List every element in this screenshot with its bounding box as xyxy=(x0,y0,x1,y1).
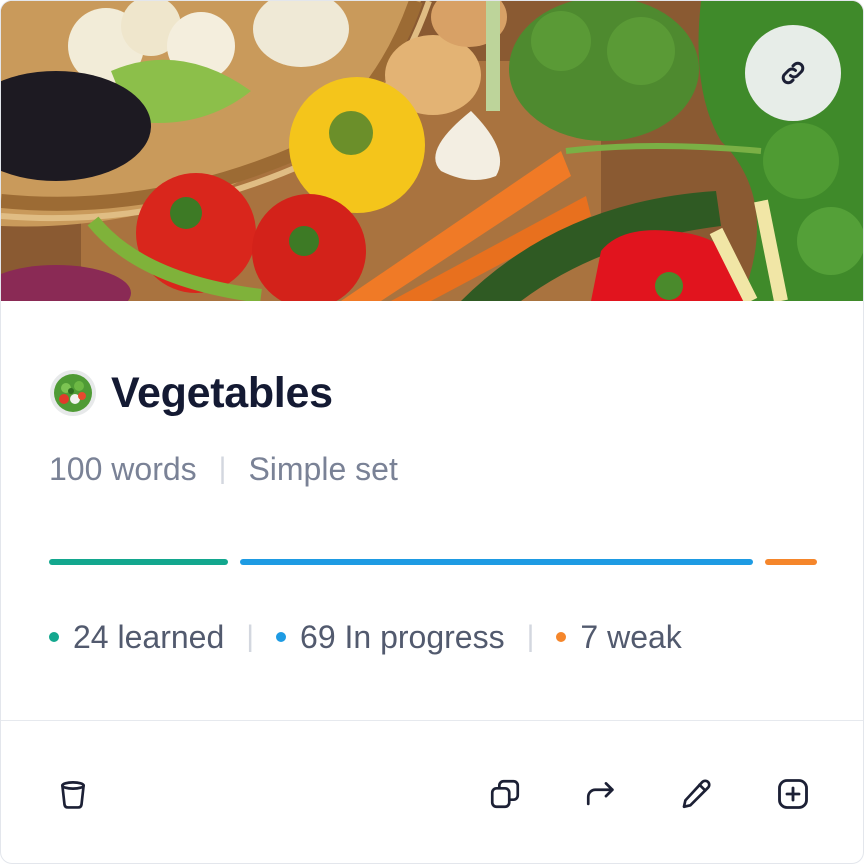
link-button[interactable] xyxy=(745,25,841,121)
copy-icon xyxy=(490,779,520,809)
copy-button[interactable] xyxy=(482,771,528,817)
set-type: Simple set xyxy=(248,450,398,487)
trash-icon xyxy=(61,781,85,809)
stat-in-progress: 69 In progress xyxy=(276,619,505,656)
in-progress-bar xyxy=(239,559,753,565)
weak-progress-bar xyxy=(764,559,817,565)
pencil-icon xyxy=(682,779,711,809)
share-icon xyxy=(586,782,614,806)
set-meta: 100 words | Simple set xyxy=(49,447,398,491)
title-row: Vegetables xyxy=(49,363,333,423)
stat-weak: 7 weak xyxy=(556,618,682,656)
learned-dot-icon xyxy=(49,632,59,642)
word-count: 100 words xyxy=(49,450,197,487)
stat-learned: 24 learned xyxy=(49,619,224,656)
share-button[interactable] xyxy=(578,771,624,817)
add-square-icon xyxy=(778,779,808,809)
in-progress-dot-icon xyxy=(276,632,287,642)
word-set-card[interactable]: Vegetables 100 words | Simple set 24 lea… xyxy=(0,0,864,864)
progress-stats: 24 learned | 69 In progress | 7 weak xyxy=(49,615,682,659)
learned-progress-bar xyxy=(49,559,228,565)
stats-separator: | xyxy=(246,620,255,653)
in-progress-label: 69 In progress xyxy=(300,618,505,655)
meta-separator: | xyxy=(218,452,227,485)
progress-bars xyxy=(1,559,863,565)
edit-button[interactable] xyxy=(673,771,719,817)
vegetables-photo xyxy=(1,1,863,301)
weak-label: 7 weak xyxy=(580,618,682,655)
add-button[interactable] xyxy=(770,771,816,817)
link-icon xyxy=(781,61,805,85)
card-divider xyxy=(1,720,863,721)
set-title: Vegetables xyxy=(111,368,333,417)
learned-label: 24 learned xyxy=(73,618,225,655)
salad-bowl-icon xyxy=(50,370,96,416)
weak-dot-icon xyxy=(556,632,567,642)
delete-button[interactable] xyxy=(50,771,96,817)
stats-separator: | xyxy=(526,620,535,653)
